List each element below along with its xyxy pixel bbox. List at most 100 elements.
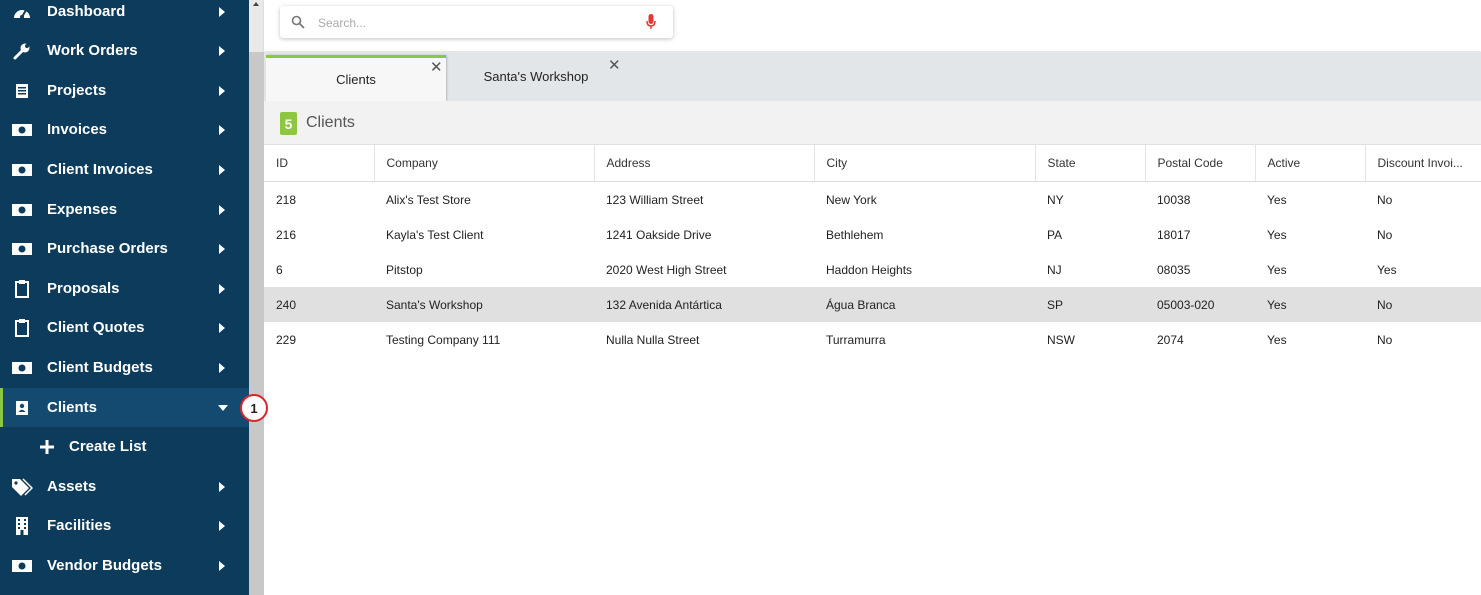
table-row[interactable]: 229 Testing Company 111 Nulla Nulla Stre…: [264, 322, 1481, 357]
sidebar-item-label: Invoices: [47, 121, 108, 138]
list-title: Clients: [306, 114, 355, 131]
cell-company: Pitstop: [386, 262, 423, 277]
chevron-right-icon: [219, 45, 225, 56]
column-header-address[interactable]: Address: [594, 145, 815, 182]
tab-santas-workshop[interactable]: Santa's Workshop ✕: [448, 52, 624, 101]
chevron-right-icon: [219, 124, 225, 135]
sidebar-scrollbar[interactable]: [249, 0, 264, 595]
column-header-id[interactable]: ID: [264, 145, 375, 182]
cell-state: NSW: [1047, 332, 1075, 347]
money-icon: [11, 121, 33, 139]
table-row[interactable]: 216 Kayla's Test Client 1241 Oakside Dri…: [264, 217, 1481, 252]
chevron-right-icon: [219, 283, 225, 294]
sidebar-item-expenses[interactable]: Expenses: [0, 190, 249, 229]
cell-active: Yes: [1267, 227, 1287, 242]
cell-city: Haddon Heights: [826, 262, 913, 277]
tab-clients[interactable]: Clients ✕: [266, 55, 446, 101]
cell-city: Turramurra: [826, 332, 886, 347]
column-header-company[interactable]: Company: [374, 145, 595, 182]
table-row[interactable]: 6 Pitstop 2020 West High Street Haddon H…: [264, 252, 1481, 287]
table-row[interactable]: 218 Alix's Test Store 123 William Street…: [264, 182, 1481, 218]
cell-active: Yes: [1267, 332, 1287, 347]
cell-active: Yes: [1267, 192, 1287, 207]
list-header: 5 Clients: [264, 101, 1481, 145]
sidebar-item-vendor-budgets[interactable]: Vendor Budgets: [0, 546, 249, 585]
sidebar-item-label: Facilities: [47, 517, 112, 534]
sidebar-item-label: Assets: [47, 478, 97, 495]
scroll-up-icon[interactable]: [253, 2, 259, 6]
sidebar-item-purchase-orders[interactable]: Purchase Orders: [0, 229, 249, 268]
chevron-right-icon: [219, 164, 225, 175]
top-bar: [264, 0, 1481, 51]
cell-id: 216: [276, 227, 297, 242]
sidebar-item-label: Client Invoices: [47, 161, 153, 178]
table-row-selected[interactable]: 240 Santa's Workshop 132 Avenida Antárti…: [264, 287, 1481, 322]
scrollbar-track-top: [249, 0, 264, 52]
cell-postal-code: 05003-020: [1145, 287, 1255, 322]
sidebar-item-label: Work Orders: [47, 42, 138, 59]
close-icon[interactable]: ✕: [608, 58, 621, 73]
sidebar-item-projects[interactable]: Projects: [0, 71, 249, 110]
cell-address: 2020 West High Street: [606, 262, 727, 277]
sidebar-item-dashboard[interactable]: Dashboard: [0, 0, 249, 31]
search-box[interactable]: [280, 6, 673, 38]
column-header-discount-invoice[interactable]: Discount Invoi...: [1365, 145, 1481, 182]
sidebar-item-client-budgets[interactable]: Client Budgets: [0, 348, 249, 387]
column-header-city[interactable]: City: [814, 145, 1036, 182]
sidebar-item-label: Purchase Orders: [47, 240, 168, 257]
cell-city: Água Branca: [814, 287, 1035, 322]
chevron-right-icon: [219, 481, 225, 492]
sidebar-item-create-list[interactable]: Create List: [0, 427, 249, 466]
sidebar-item-proposals[interactable]: Proposals: [0, 269, 249, 308]
sidebar-item-label: Client Budgets: [47, 359, 153, 376]
cell-state: NJ: [1047, 262, 1062, 277]
money-icon: [11, 201, 33, 219]
cell-id: 240: [264, 287, 374, 322]
tab-strip: Clients ✕ Santa's Workshop ✕: [264, 52, 1481, 101]
microphone-icon[interactable]: [646, 14, 656, 35]
cell-postal-code: 2074: [1157, 332, 1184, 347]
sidebar-item-label: Client Quotes: [47, 319, 145, 336]
chevron-right-icon: [219, 85, 225, 96]
clipboard-icon: [11, 279, 33, 298]
cell-company: Kayla's Test Client: [386, 227, 484, 242]
sidebar-item-client-quotes[interactable]: Client Quotes: [0, 308, 249, 347]
chevron-right-icon: [219, 520, 225, 531]
sidebar-item-work-orders[interactable]: Work Orders: [0, 31, 249, 70]
cell-company: Alix's Test Store: [386, 192, 471, 207]
search-input[interactable]: [316, 12, 640, 34]
chevron-right-icon: [219, 204, 225, 215]
wrench-icon: [11, 42, 33, 60]
cell-active: Yes: [1267, 262, 1287, 277]
cell-id: 6: [276, 262, 283, 277]
sidebar-item-facilities[interactable]: Facilities: [0, 506, 249, 545]
sidebar-item-label: Create List: [69, 438, 147, 455]
column-header-active[interactable]: Active: [1255, 145, 1366, 182]
sidebar-item-assets[interactable]: Assets: [0, 467, 249, 506]
sidebar-item-label: Proposals: [47, 280, 120, 297]
cell-address: 123 William Street: [606, 192, 704, 207]
cell-address: 1241 Oakside Drive: [606, 227, 712, 242]
chevron-right-icon: [219, 560, 225, 571]
cell-discount-invoice: Yes: [1377, 262, 1397, 277]
chevron-right-icon: [219, 362, 225, 373]
search-icon: [291, 15, 305, 34]
sidebar: Dashboard Work Orders Projects Invoices …: [0, 0, 249, 595]
project-icon: [11, 82, 33, 100]
sidebar-item-invoices[interactable]: Invoices: [0, 110, 249, 149]
clipboard-icon: [11, 318, 33, 337]
money-icon: [11, 557, 33, 575]
sidebar-item-client-invoices[interactable]: Client Invoices: [0, 150, 249, 189]
chevron-right-icon: [219, 6, 225, 17]
tab-label: Santa's Workshop: [483, 69, 589, 84]
sidebar-item-clients[interactable]: Clients: [0, 388, 249, 427]
column-header-state[interactable]: State: [1035, 145, 1146, 182]
cell-city: New York: [826, 192, 877, 207]
tab-label: Clients: [336, 72, 376, 87]
dashboard-icon: [11, 3, 33, 21]
column-header-postal-code[interactable]: Postal Code: [1145, 145, 1256, 182]
sidebar-item-label: Expenses: [47, 201, 118, 218]
cell-postal-code: 10038: [1157, 192, 1191, 207]
cell-discount-invoice: No: [1365, 287, 1481, 322]
close-icon[interactable]: ✕: [430, 60, 443, 75]
